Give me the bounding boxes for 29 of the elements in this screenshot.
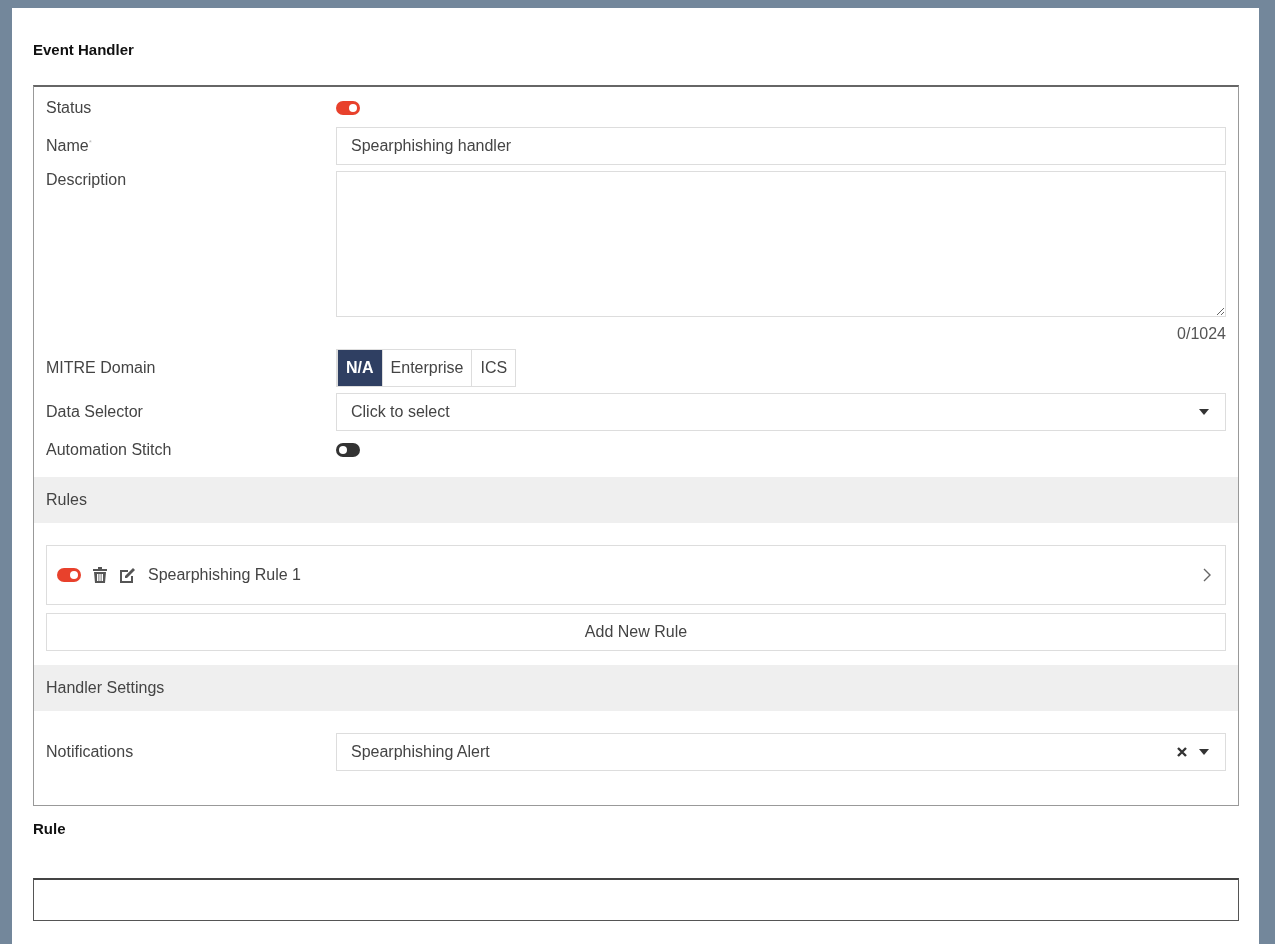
trash-icon[interactable] [93, 567, 107, 583]
field-label: Status [46, 99, 93, 117]
caret-icon [1199, 409, 1209, 415]
automation-toggle[interactable] [336, 443, 360, 457]
edit-icon[interactable] [119, 566, 136, 584]
field-label: Automation Stitch [46, 441, 173, 459]
add-rule-button[interactable]: Add New Rule [46, 613, 1226, 651]
field-label: Description [46, 171, 128, 189]
section-title: Rules [46, 491, 87, 508]
notifications-dropdown[interactable]: Spearphishing Alert [336, 733, 1226, 771]
field-label: Name$^{*}$ [46, 137, 93, 155]
section-title: Event Handler [33, 41, 135, 60]
data-selector-dropdown[interactable]: Click to select [336, 393, 1226, 431]
field-label: Notifications [46, 743, 135, 761]
description-field[interactable] [336, 171, 1226, 317]
name-field[interactable]: Spearphishing handler [336, 127, 1226, 165]
caret-icon [1199, 749, 1209, 755]
rule-toggle[interactable] [57, 568, 81, 582]
rule-item[interactable]: Spearphishing Rule 1 [46, 545, 1226, 605]
clear-icon[interactable] [1177, 747, 1187, 757]
character-counter: 0/1024 [1177, 325, 1226, 343]
field-label: MITRE Domain [46, 359, 157, 377]
status-toggle[interactable] [336, 101, 360, 115]
segment-button[interactable]: N/A [337, 350, 382, 386]
chevron-right-icon[interactable] [1203, 568, 1211, 582]
rule-name: Spearphishing Rule 1 [148, 566, 302, 584]
section-title: Handler Settings [46, 679, 165, 696]
section-title: Rule [33, 820, 67, 839]
field-label: Data Selector [46, 403, 144, 421]
